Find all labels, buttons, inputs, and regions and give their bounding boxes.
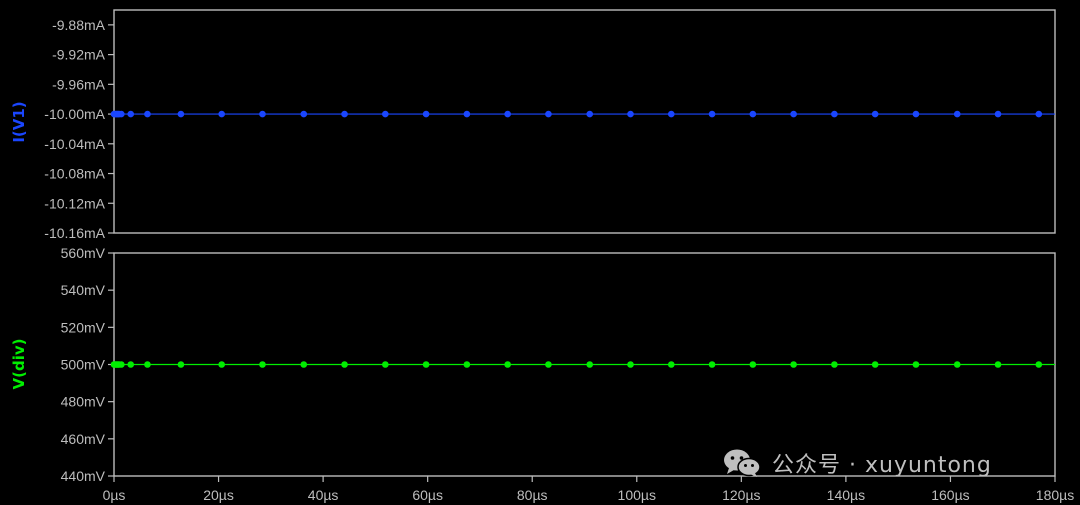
- y-tick-label: -9.92mA: [52, 47, 106, 63]
- y-tick-label: 500mV: [61, 357, 106, 373]
- y-tick-label: -9.88mA: [52, 17, 106, 33]
- y-tick-label: -10.12mA: [44, 195, 105, 211]
- x-tick-label: 0µs: [103, 487, 126, 503]
- data-point: [382, 110, 389, 118]
- waveform-plot: -9.88mA -9.92mA -9.96mA -10.00mA -10.04mA -10…: [0, 0, 1080, 505]
- data-point: [545, 361, 552, 368]
- y-axis-title: I(V1): [10, 101, 28, 142]
- data-point: [382, 361, 389, 368]
- y-tick-label: -9.96mA: [52, 76, 106, 92]
- x-tick-label: 180µs: [1036, 487, 1074, 503]
- data-point: [994, 361, 1002, 368]
- x-tick-label: 140µs: [827, 487, 865, 503]
- data-point: [177, 110, 185, 118]
- y-tick-label: -10.08mA: [44, 166, 105, 182]
- x-tick-label: 40µs: [308, 487, 339, 503]
- data-point: [118, 110, 125, 118]
- data-point: [127, 110, 135, 118]
- data-point: [667, 110, 675, 118]
- data-point: [144, 110, 151, 118]
- data-point: [1035, 110, 1043, 118]
- data-point: [144, 361, 151, 368]
- y-tick-label: -10.16mA: [44, 225, 105, 241]
- y-tick-label: 460mV: [61, 431, 106, 447]
- data-point: [259, 361, 266, 368]
- y-tick-label: 520mV: [61, 319, 106, 335]
- y-tick-label: 540mV: [61, 282, 106, 298]
- data-point: [708, 110, 716, 118]
- data-point: [831, 361, 838, 368]
- data-point: [749, 110, 757, 118]
- data-point: [831, 110, 838, 118]
- x-tick-label: 100µs: [618, 487, 656, 503]
- data-point: [953, 361, 961, 368]
- data-point: [1035, 361, 1043, 368]
- data-point: [627, 361, 634, 368]
- data-point: [118, 361, 125, 368]
- x-tick-label: 60µs: [412, 487, 443, 503]
- y-axis-title: V(div): [10, 339, 28, 390]
- data-point: [545, 110, 552, 118]
- data-point: [422, 110, 430, 118]
- data-point: [259, 110, 266, 118]
- data-point: [463, 110, 471, 118]
- data-point: [504, 361, 511, 368]
- data-point: [667, 361, 675, 368]
- x-tick-label: 120µs: [722, 487, 760, 503]
- data-point: [341, 361, 348, 368]
- x-tick-label: 160µs: [931, 487, 969, 503]
- x-tick-label: 20µs: [203, 487, 234, 503]
- data-point: [627, 110, 634, 118]
- data-point: [586, 110, 594, 118]
- data-point: [341, 110, 348, 118]
- data-point: [504, 110, 511, 118]
- data-point: [790, 361, 797, 368]
- data-point: [127, 361, 135, 368]
- data-point: [300, 110, 308, 118]
- data-point: [218, 361, 225, 368]
- y-tick-label: -10.00mA: [44, 106, 105, 122]
- y-tick-label: -10.04mA: [44, 136, 105, 152]
- data-point: [790, 110, 797, 118]
- data-point: [300, 361, 308, 368]
- y-tick-label: 480mV: [61, 394, 106, 410]
- data-point: [586, 361, 594, 368]
- data-point: [912, 361, 920, 368]
- y-tick-label: 440mV: [61, 468, 106, 484]
- data-point: [994, 110, 1002, 118]
- data-point: [422, 361, 430, 368]
- data-point: [871, 361, 879, 368]
- data-point: [463, 361, 471, 368]
- data-point: [708, 361, 716, 368]
- data-point: [749, 361, 757, 368]
- y-tick-label: 560mV: [61, 245, 106, 261]
- data-point: [871, 110, 879, 118]
- wechat-icon: [724, 449, 761, 477]
- data-point: [912, 110, 920, 118]
- data-point: [218, 110, 225, 118]
- watermark-text: 公众号 · xuyuntong: [772, 453, 992, 478]
- data-point: [953, 110, 961, 118]
- x-tick-label: 80µs: [517, 487, 548, 503]
- data-point: [177, 361, 185, 368]
- watermark: 公众号 · xuyuntong: [722, 447, 992, 479]
